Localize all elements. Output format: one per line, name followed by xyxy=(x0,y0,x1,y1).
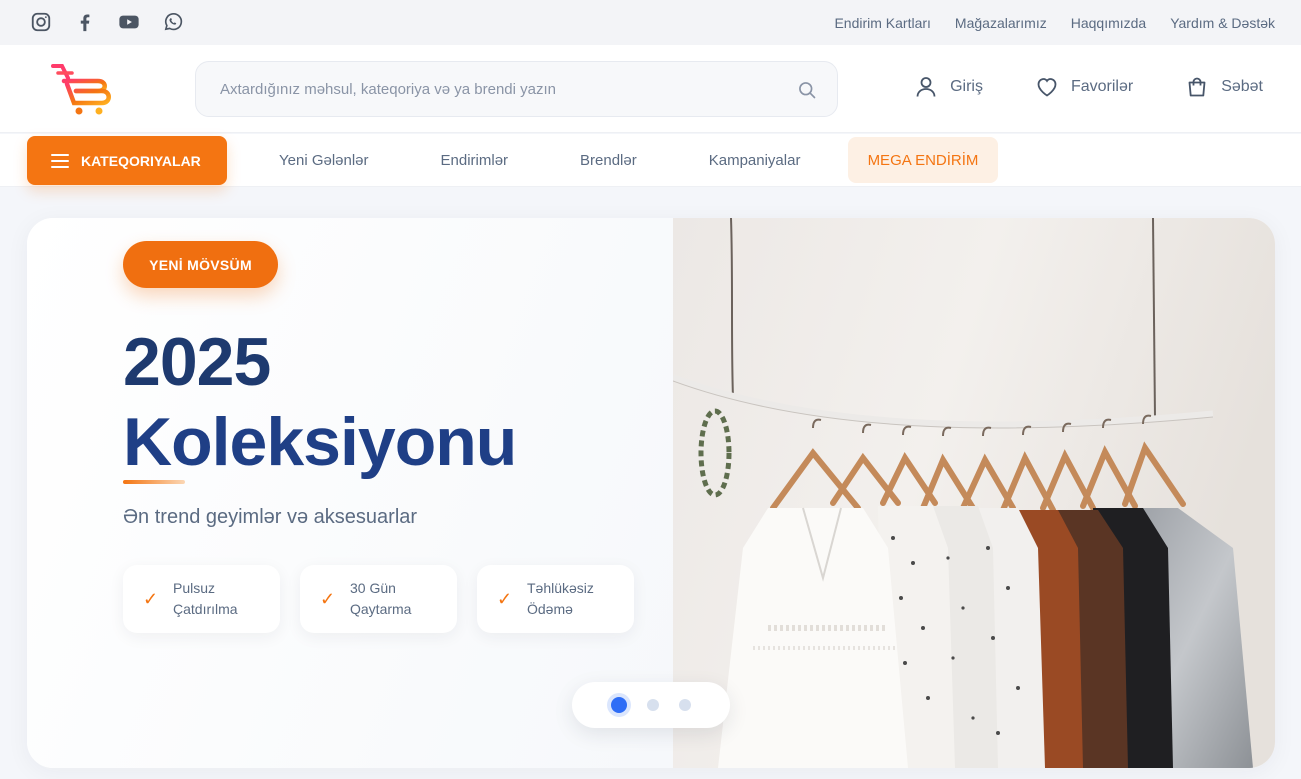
user-icon xyxy=(916,77,936,97)
cart-logo-icon[interactable] xyxy=(50,62,112,116)
menu-icon xyxy=(51,153,69,168)
nav-bar: KATEQORIYALAR Yeni Gələnlər Endirimlər B… xyxy=(0,134,1301,187)
login-label: Giriş xyxy=(950,78,983,95)
categories-button[interactable]: KATEQORIYALAR xyxy=(27,136,227,185)
top-links: Endirim Kartları Mağazalarımız Haqqımızd… xyxy=(834,15,1275,31)
new-season-badge[interactable]: YENİ MÖVSÜM xyxy=(123,241,278,288)
feature-card: ✓ Pulsuz Çatdırılma xyxy=(123,565,280,633)
search-icon[interactable] xyxy=(797,80,817,100)
carousel-indicators xyxy=(572,682,730,728)
nav-links: Yeni Gələnlər Endirimlər Brendlər Kampan… xyxy=(279,152,872,169)
feature-text: Pulsuz Çatdırılma xyxy=(173,580,238,617)
header-actions: Giriş Favorilər Səbət xyxy=(914,75,1263,99)
whatsapp-icon[interactable] xyxy=(162,11,184,33)
hero-title-collection: Koleksiyonu xyxy=(123,404,517,480)
hero-content: YENİ MÖVSÜM 2025 Koleksiyonu Ən trend ge… xyxy=(27,218,673,768)
link-help[interactable]: Yardım & Dəstək xyxy=(1170,15,1275,31)
youtube-icon[interactable] xyxy=(118,11,140,33)
hero-title-year: 2025 xyxy=(123,324,271,400)
heart-icon xyxy=(1037,78,1057,97)
feature-text: Təhlükəsiz Ödəmə xyxy=(527,580,594,617)
nav-campaigns[interactable]: Kampaniyalar xyxy=(709,152,801,169)
feature-card: ✓ 30 Gün Qaytarma xyxy=(300,565,457,633)
search-input[interactable] xyxy=(196,62,756,116)
favorites-label: Favorilər xyxy=(1070,78,1134,95)
carousel-dot-1[interactable] xyxy=(611,697,627,713)
mega-sale-button[interactable]: MEGA ENDİRİM xyxy=(848,137,998,183)
hero-banner: YENİ MÖVSÜM 2025 Koleksiyonu Ən trend ge… xyxy=(27,218,1275,768)
facebook-icon[interactable] xyxy=(74,11,96,33)
link-stores[interactable]: Mağazalarımız xyxy=(955,15,1047,31)
shopping-bag-icon xyxy=(1188,77,1206,97)
top-bar: Endirim Kartları Mağazalarımız Haqqımızd… xyxy=(0,0,1301,45)
clothes-rack-photo xyxy=(673,218,1275,768)
nav-discounts[interactable]: Endirimlər xyxy=(441,152,509,169)
social-links xyxy=(30,11,184,33)
nav-brands[interactable]: Brendlər xyxy=(580,152,637,169)
login-button[interactable]: Giriş xyxy=(914,75,983,99)
hero-subtitle: Ən trend geyimlər və aksesuarlar xyxy=(123,506,418,528)
carousel-dot-3[interactable] xyxy=(679,699,691,711)
cart-label: Səbət xyxy=(1221,78,1263,95)
check-icon: ✓ xyxy=(497,588,513,609)
main-header: Giriş Favorilər Səbət xyxy=(0,45,1301,133)
cart-button[interactable]: Səbət xyxy=(1185,75,1263,99)
link-discount-cards[interactable]: Endirim Kartları xyxy=(834,15,930,31)
feature-card: ✓ Təhlükəsiz Ödəmə xyxy=(477,565,634,633)
favorites-button[interactable]: Favorilər xyxy=(1035,75,1133,99)
feature-text: 30 Gün Qaytarma xyxy=(350,580,412,617)
categories-label: KATEQORIYALAR xyxy=(81,152,201,169)
link-about[interactable]: Haqqımızda xyxy=(1071,15,1146,31)
hero-title: 2025 Koleksiyonu xyxy=(123,322,517,482)
check-icon: ✓ xyxy=(143,588,159,609)
nav-new-arrivals[interactable]: Yeni Gələnlər xyxy=(279,152,369,169)
title-underline xyxy=(123,480,185,484)
feature-list: ✓ Pulsuz Çatdırılma ✓ 30 Gün Qaytarma ✓ … xyxy=(123,565,634,633)
search-box xyxy=(195,61,838,117)
carousel-dot-2[interactable] xyxy=(647,699,659,711)
check-icon: ✓ xyxy=(320,588,336,609)
instagram-icon[interactable] xyxy=(30,11,52,33)
